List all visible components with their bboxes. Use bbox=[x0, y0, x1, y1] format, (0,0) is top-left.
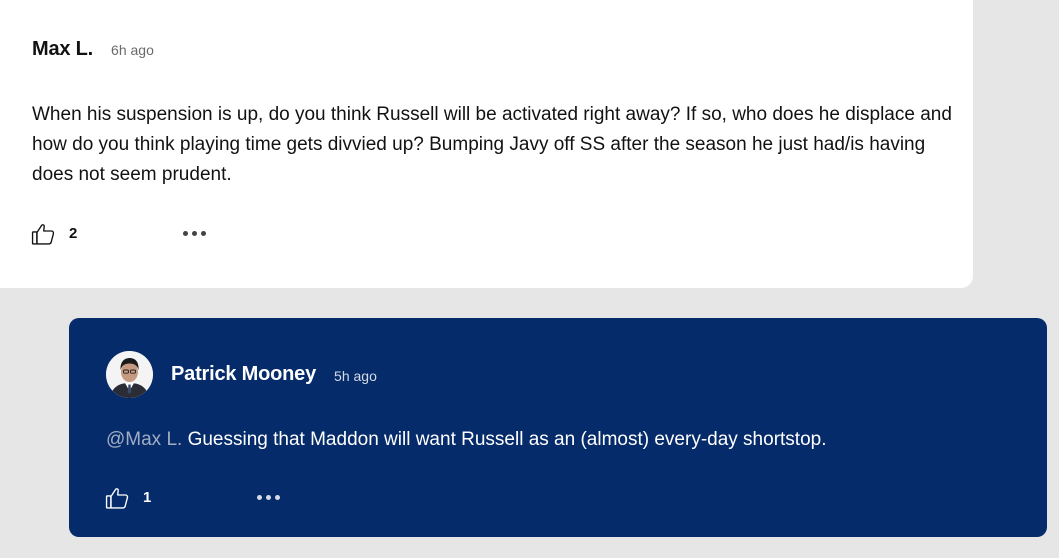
more-options-icon bbox=[183, 230, 189, 236]
comment-header: Max L. 6h ago bbox=[32, 38, 154, 61]
more-options-icon bbox=[266, 494, 272, 500]
reply-text: Guessing that Maddon will want Russell a… bbox=[182, 429, 827, 450]
more-options-icon bbox=[192, 230, 198, 236]
comment-more-button[interactable] bbox=[183, 225, 207, 242]
more-options-icon bbox=[201, 230, 207, 236]
comment-like-count: 2 bbox=[69, 224, 78, 242]
comment-author[interactable]: Max L. bbox=[32, 38, 93, 61]
comment-body: When his suspension is up, do you think … bbox=[32, 104, 952, 185]
reply-like-button[interactable]: 1 bbox=[105, 485, 151, 510]
reply-author[interactable]: Patrick Mooney bbox=[171, 363, 316, 386]
reply-body: @Max L. Guessing that Maddon will want R… bbox=[106, 426, 827, 454]
reply-card: Patrick Mooney 5h ago @Max L. Guessing t… bbox=[69, 318, 1047, 537]
comment-actions: 2 bbox=[31, 219, 207, 247]
thumbs-up-icon bbox=[105, 487, 129, 509]
comment-like-button[interactable]: 2 bbox=[31, 221, 77, 246]
reply-mention-link[interactable]: @Max L. bbox=[106, 429, 182, 450]
thumbs-up-icon bbox=[31, 223, 55, 245]
reply-header: Patrick Mooney 5h ago bbox=[106, 351, 377, 398]
more-options-icon bbox=[257, 494, 263, 500]
comment-timestamp: 6h ago bbox=[111, 42, 154, 58]
reply-more-button[interactable] bbox=[257, 489, 281, 506]
comment-card: Max L. 6h ago When his suspension is up,… bbox=[0, 0, 973, 288]
reply-timestamp: 5h ago bbox=[334, 367, 377, 384]
more-options-icon bbox=[275, 494, 281, 500]
reply-like-count: 1 bbox=[143, 488, 152, 506]
avatar[interactable] bbox=[106, 351, 153, 398]
reply-actions: 1 bbox=[105, 483, 281, 511]
